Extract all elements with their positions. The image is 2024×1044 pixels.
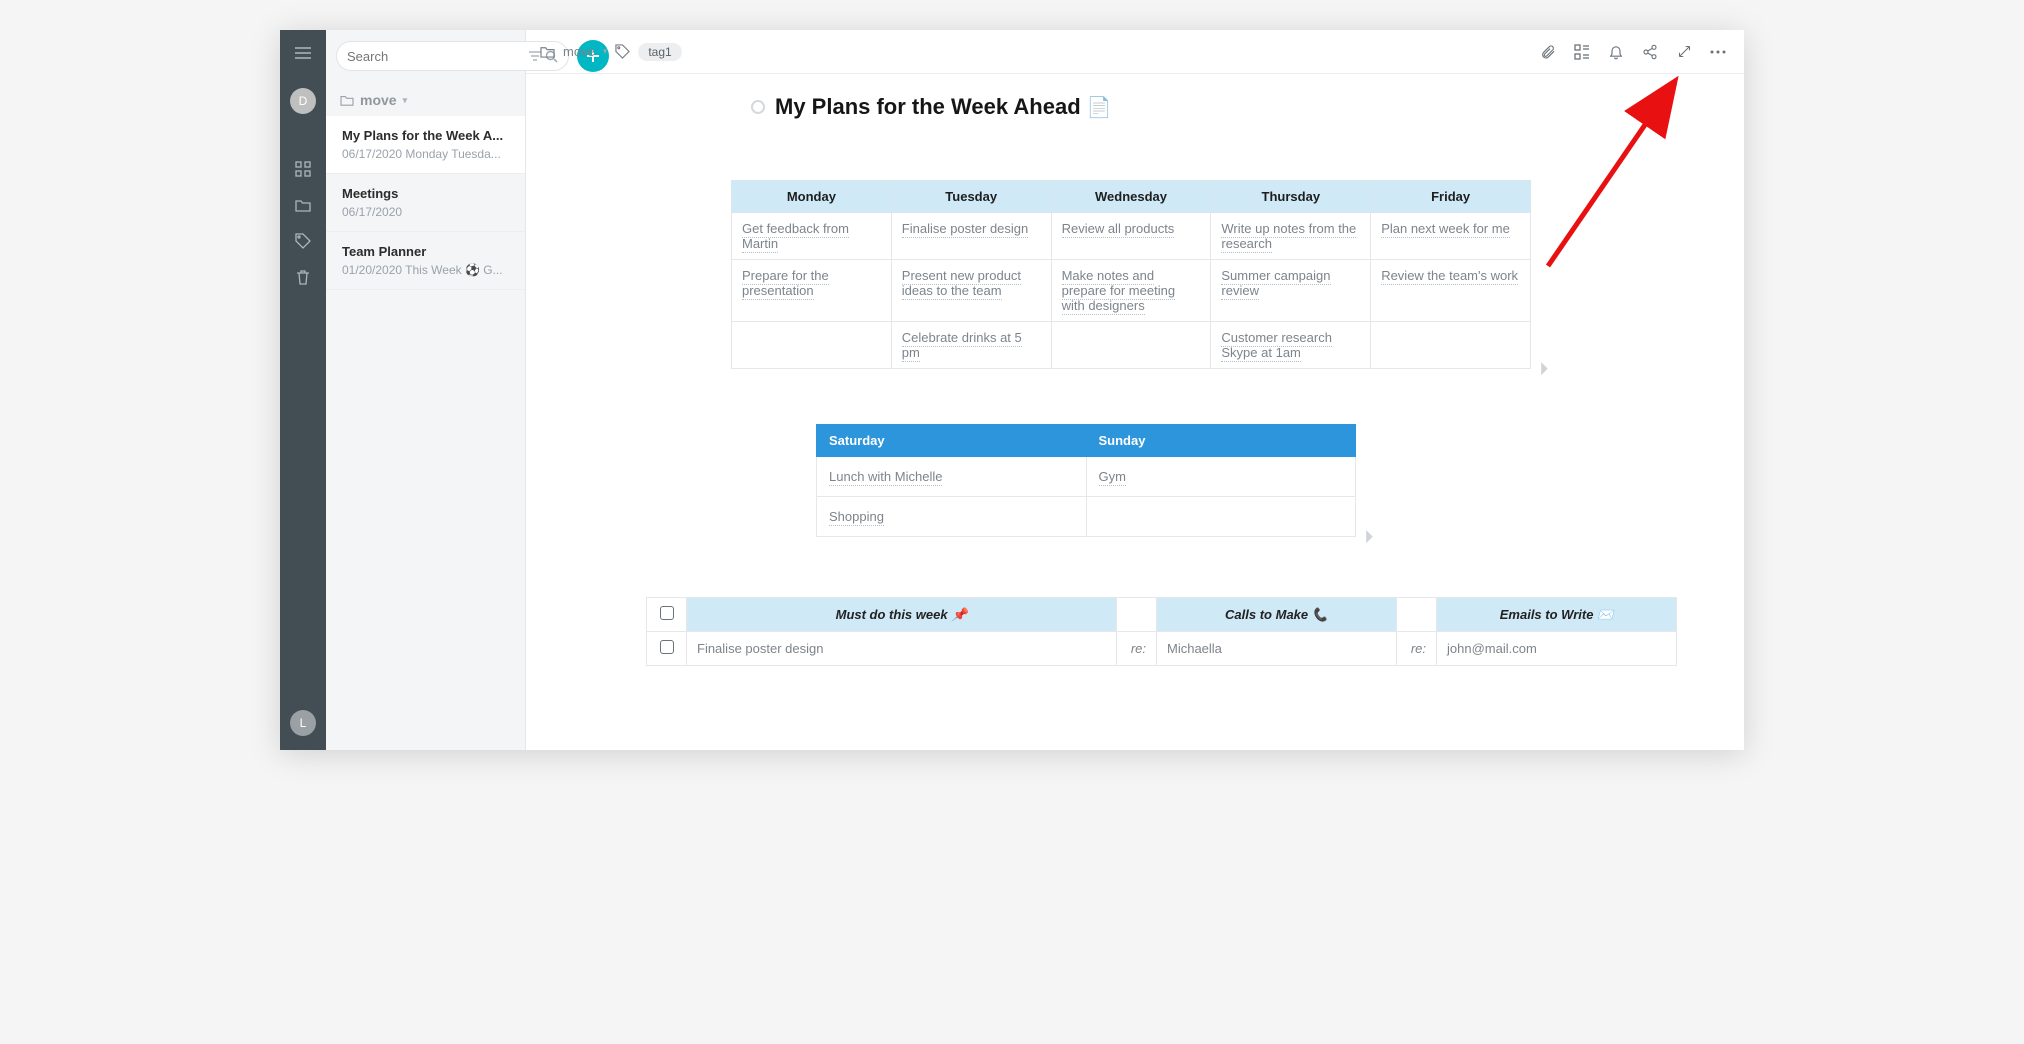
todo-table-wrap: Must do this week 📌 Calls to Make 📞 Emai… — [646, 597, 1626, 666]
table-cell[interactable] — [1371, 322, 1531, 369]
table-cell[interactable]: Plan next week for me — [1371, 213, 1531, 260]
expand-icon[interactable] — [1672, 40, 1696, 64]
note-meta: 01/20/2020 This Week ⚽ G... — [342, 263, 509, 277]
main-panel: move ▾ tag1 — [526, 30, 1744, 750]
table-cell[interactable] — [1086, 497, 1356, 537]
re-label: re: — [1397, 632, 1437, 666]
table-cell[interactable]: john@mail.com — [1437, 632, 1677, 666]
checkbox-col[interactable] — [647, 598, 687, 632]
weekday-table-wrap: Monday Tuesday Wednesday Thursday Friday… — [731, 180, 1531, 369]
table-cell[interactable]: Prepare for the presentation — [732, 260, 892, 322]
note-meta: 06/17/2020 Monday Tuesda... — [342, 147, 509, 161]
checkbox-cell[interactable] — [647, 632, 687, 666]
resize-handle-icon[interactable]: ◢ — [1532, 360, 1548, 376]
folder-header[interactable]: move ▾ — [326, 80, 525, 116]
user-avatar-bottom[interactable]: L — [290, 710, 316, 736]
table-cell[interactable]: Michaella — [1157, 632, 1397, 666]
table-cell[interactable] — [732, 322, 892, 369]
trash-icon[interactable] — [292, 266, 314, 288]
envelope-icon: ✉️ — [1597, 607, 1613, 622]
page-emoji-icon: 📄 — [1087, 97, 1112, 119]
table-cell[interactable]: Finalise poster design — [687, 632, 1117, 666]
table-cell[interactable]: Customer research Skype at 1am — [1211, 322, 1371, 369]
note-title: Meetings — [342, 186, 509, 201]
col-header-must[interactable]: Must do this week 📌 — [687, 598, 1117, 632]
col-header[interactable]: Thursday — [1211, 181, 1371, 213]
chevron-down-icon[interactable]: ▾ — [603, 46, 608, 57]
weekend-table-wrap: Saturday Sunday Lunch with Michelle Gym … — [816, 424, 1356, 537]
grid-icon[interactable] — [292, 158, 314, 180]
weekend-table[interactable]: Saturday Sunday Lunch with Michelle Gym … — [816, 424, 1356, 537]
chevron-down-icon: ▾ — [403, 95, 408, 106]
table-cell[interactable]: Present new product ideas to the team — [891, 260, 1051, 322]
col-header-calls[interactable]: Calls to Make 📞 — [1157, 598, 1397, 632]
table-cell[interactable]: Gym — [1086, 457, 1356, 497]
table-cell[interactable]: Summer campaign review — [1211, 260, 1371, 322]
menu-icon[interactable] — [292, 42, 314, 64]
breadcrumb-tag-icon[interactable] — [615, 44, 630, 59]
breadcrumb-folder-icon[interactable] — [540, 45, 555, 58]
task-circle-icon[interactable] — [751, 100, 765, 114]
table-cell[interactable]: Finalise poster design — [891, 213, 1051, 260]
notes-sidebar: move ▾ My Plans for the Week A... 06/17/… — [326, 30, 526, 750]
table-cell[interactable]: Celebrate drinks at 5 pm — [891, 322, 1051, 369]
table-cell[interactable]: Get feedback from Martin — [732, 213, 892, 260]
tag-rail-icon[interactable] — [292, 230, 314, 252]
col-header[interactable]: Wednesday — [1051, 181, 1211, 213]
note-meta: 06/17/2020 — [342, 205, 509, 219]
weekday-table[interactable]: Monday Tuesday Wednesday Thursday Friday… — [731, 180, 1531, 369]
col-header[interactable]: Saturday — [817, 425, 1087, 457]
table-cell[interactable]: Review the team's work — [1371, 260, 1531, 322]
checkbox-col[interactable] — [1397, 598, 1437, 632]
todo-table[interactable]: Must do this week 📌 Calls to Make 📞 Emai… — [646, 597, 1677, 666]
col-header[interactable]: Friday — [1371, 181, 1531, 213]
col-header[interactable]: Sunday — [1086, 425, 1356, 457]
table-cell[interactable]: Lunch with Michelle — [817, 457, 1087, 497]
share-icon[interactable] — [1638, 40, 1662, 64]
phone-icon: 📞 — [1312, 607, 1328, 622]
folder-label: move — [360, 92, 397, 108]
attachment-icon[interactable] — [1536, 40, 1560, 64]
col-header[interactable]: Tuesday — [891, 181, 1051, 213]
col-header[interactable]: Monday — [732, 181, 892, 213]
breadcrumb-folder-label[interactable]: move — [563, 44, 595, 59]
note-list-item[interactable]: My Plans for the Week A... 06/17/2020 Mo… — [326, 116, 525, 174]
breadcrumb: move ▾ tag1 — [540, 43, 682, 61]
note-title: Team Planner — [342, 244, 509, 259]
more-icon[interactable] — [1706, 40, 1730, 64]
checkbox-icon — [660, 606, 674, 620]
document-content[interactable]: My Plans for the Week Ahead 📄 Monday Tue… — [526, 74, 1744, 750]
table-cell[interactable]: Shopping — [817, 497, 1087, 537]
note-title: My Plans for the Week A... — [342, 128, 509, 143]
search-input[interactable] — [347, 49, 523, 64]
col-header-emails[interactable]: Emails to Write ✉️ — [1437, 598, 1677, 632]
checklist-icon[interactable] — [1570, 40, 1594, 64]
checkbox-col[interactable] — [1117, 598, 1157, 632]
table-cell[interactable]: Review all products — [1051, 213, 1211, 260]
folder-icon[interactable] — [292, 194, 314, 216]
pushpin-icon: 📌 — [951, 607, 967, 622]
nav-rail: D L — [280, 30, 326, 750]
tag-chip[interactable]: tag1 — [638, 43, 681, 61]
note-list-item[interactable]: Team Planner 01/20/2020 This Week ⚽ G... — [326, 232, 525, 290]
user-avatar-top[interactable]: D — [290, 88, 316, 114]
table-cell[interactable]: Make notes and prepare for meeting with … — [1051, 260, 1211, 322]
bell-icon[interactable] — [1604, 40, 1628, 64]
checkbox-icon — [660, 640, 674, 654]
table-cell[interactable]: Write up notes from the research — [1211, 213, 1371, 260]
document-title[interactable]: My Plans for the Week Ahead 📄 — [775, 94, 1112, 120]
note-list-item[interactable]: Meetings 06/17/2020 — [326, 174, 525, 232]
app-shell: D L — [280, 30, 1744, 750]
table-cell[interactable] — [1051, 322, 1211, 369]
resize-handle-icon[interactable]: ◢ — [1357, 528, 1373, 544]
re-label: re: — [1117, 632, 1157, 666]
topbar: move ▾ tag1 — [526, 30, 1744, 74]
